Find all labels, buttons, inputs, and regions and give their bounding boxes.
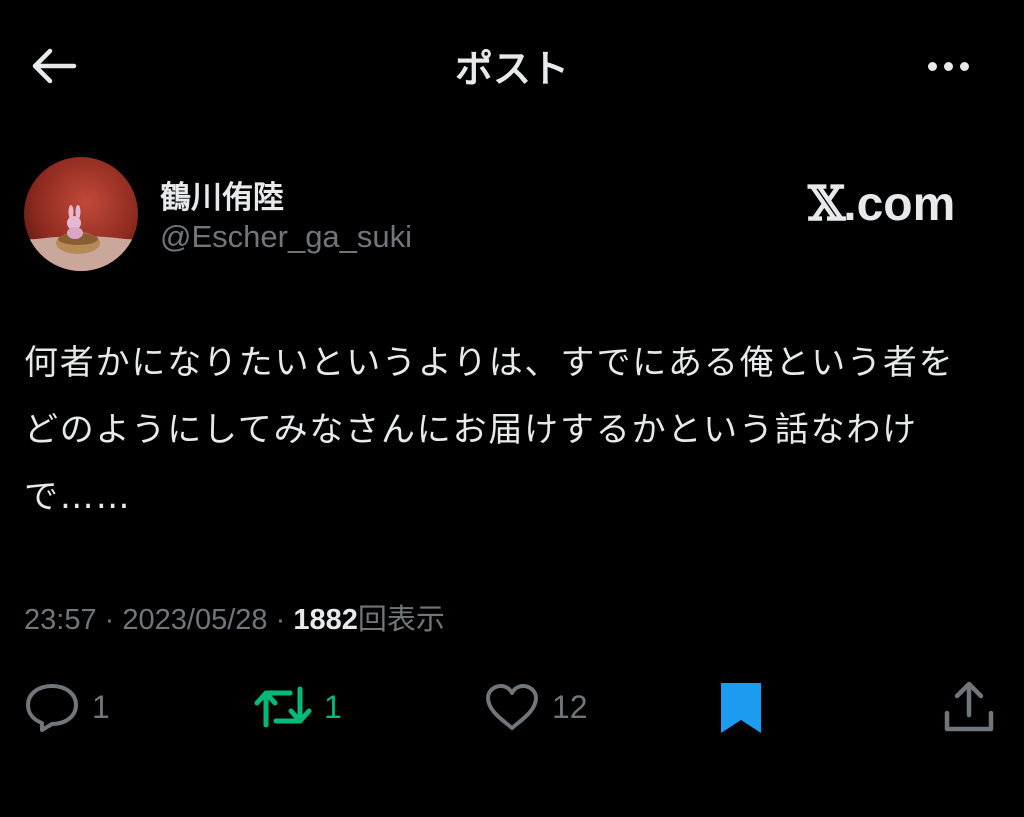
- watermark-domain: .com: [843, 177, 956, 231]
- display-name[interactable]: 鶴川侑陸: [160, 172, 284, 217]
- avatar[interactable]: [24, 157, 138, 271]
- share-icon: [944, 681, 994, 732]
- x-com-watermark: 𝕏 .com: [808, 176, 955, 232]
- like-count: 12: [552, 688, 588, 725]
- reply-count: 1: [92, 688, 110, 725]
- bookmark-filled-icon: [721, 683, 761, 733]
- heart-icon: [486, 684, 538, 730]
- like-button[interactable]: 12: [484, 672, 588, 742]
- back-button[interactable]: [26, 40, 82, 92]
- retweet-icon: [254, 686, 312, 728]
- more-horizontal-icon: [927, 61, 937, 71]
- meta-separator: ·: [104, 604, 115, 636]
- action-bar: 1 1 12: [0, 672, 1024, 742]
- retweet-button[interactable]: 1: [254, 672, 342, 742]
- post-meta: 23:57 · 2023/05/28 · 1882回表示: [24, 596, 445, 638]
- views-label[interactable]: 回表示: [358, 602, 445, 636]
- bookmark-button[interactable]: [716, 672, 766, 742]
- reply-icon: [26, 684, 78, 732]
- meta-separator: ·: [275, 604, 286, 636]
- x-logo-icon: 𝕏: [808, 176, 845, 232]
- views-count[interactable]: 1882: [293, 604, 358, 636]
- reply-button[interactable]: 1: [24, 672, 110, 742]
- post-text: 何者かになりたいというよりは、すでにある俺という者をどのようにしてみなさんにお届…: [24, 343, 955, 517]
- top-bar: ポスト: [0, 0, 1024, 130]
- more-options-button[interactable]: [908, 44, 988, 88]
- share-button[interactable]: [942, 672, 996, 742]
- page-title: ポスト: [454, 47, 569, 91]
- retweet-count: 1: [324, 688, 342, 725]
- user-handle[interactable]: @Escher_ga_suki: [160, 219, 412, 255]
- arrow-left-icon: [32, 48, 77, 84]
- post-date[interactable]: 2023/05/28: [122, 604, 267, 636]
- post-time[interactable]: 23:57: [24, 604, 97, 636]
